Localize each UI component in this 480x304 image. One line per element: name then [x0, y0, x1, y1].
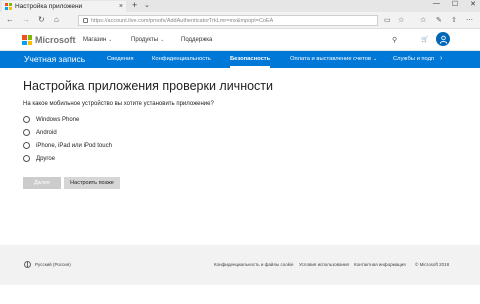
- option-label: Другое: [36, 155, 56, 162]
- browser-tab[interactable]: Настройка приложени ×: [2, 1, 126, 12]
- microsoft-logo-icon: [22, 35, 32, 45]
- brand-name: Microsoft: [35, 35, 76, 45]
- chevron-down-icon: ⌄: [108, 37, 113, 43]
- home-icon[interactable]: ⌂: [54, 15, 59, 24]
- tab-security[interactable]: Безопасность: [230, 56, 271, 68]
- microsoft-favicon-icon: [5, 3, 12, 10]
- radio-iphone[interactable]: [23, 142, 30, 149]
- radio-windows-phone[interactable]: [23, 116, 30, 123]
- chevron-down-icon: ⌄: [372, 56, 378, 62]
- browser-window: Настройка приложени × + ⌄ — ☐ ✕ ← → ↻ ⌂ …: [0, 0, 480, 304]
- tab-strip: Настройка приложени × + ⌄ — ☐ ✕: [0, 0, 480, 12]
- avatar[interactable]: [436, 32, 450, 46]
- refresh-icon[interactable]: ↻: [38, 15, 45, 24]
- option-label: iPhone, iPad или iPod touch: [36, 142, 112, 149]
- nav-store[interactable]: Магазин ⌄: [83, 37, 112, 43]
- url-text: https://account.live.com/proofs/AddAuthe…: [91, 17, 274, 24]
- lock-icon: [83, 18, 88, 23]
- tab-services-subscriptions[interactable]: Службы и подп: [393, 56, 434, 62]
- footer-link-privacy[interactable]: Конфиденциальность и файлы cookie: [214, 262, 294, 267]
- radio-other[interactable]: [23, 155, 30, 162]
- nav-support[interactable]: Поддержка: [181, 37, 212, 43]
- option-label: Windows Phone: [36, 116, 80, 123]
- tab-info[interactable]: Сведения: [107, 56, 133, 62]
- more-icon[interactable]: ⋯: [466, 16, 473, 24]
- favorites-hub-icon[interactable]: ☆: [420, 16, 426, 24]
- window-controls: — ☐ ✕: [433, 0, 476, 8]
- radio-android[interactable]: [23, 129, 30, 136]
- close-window-button[interactable]: ✕: [470, 0, 476, 8]
- forward-icon[interactable]: →: [22, 15, 30, 24]
- cart-icon[interactable]: 🛒: [421, 36, 428, 43]
- option-windows-phone[interactable]: Windows Phone: [23, 113, 112, 126]
- new-tab-button[interactable]: +: [132, 0, 137, 10]
- site-header: Microsoft Магазин ⌄ Продукты ⌄ Поддержка ⚲…: [0, 29, 480, 51]
- scroll-right-arrow-icon[interactable]: ›: [440, 55, 442, 62]
- reading-view-icon[interactable]: ▭: [384, 16, 391, 24]
- url-input[interactable]: https://account.live.com/proofs/AddAuthe…: [78, 15, 378, 26]
- favorite-star-icon[interactable]: ☆: [398, 16, 404, 24]
- chevron-down-icon: ⌄: [160, 37, 165, 43]
- back-icon[interactable]: ←: [6, 15, 14, 24]
- address-bar-row: ← → ↻ ⌂ https://account.live.com/proofs/…: [0, 12, 480, 29]
- page-title: Настройка приложения проверки личности: [23, 79, 273, 93]
- globe-icon: [24, 261, 31, 268]
- device-question: На какое мобильное устройство вы хотите …: [23, 101, 214, 107]
- copyright: © Microsoft 2018: [415, 262, 450, 267]
- tab-privacy[interactable]: Конфиденциальность: [152, 56, 211, 62]
- tab-list-icon[interactable]: ⌄: [144, 1, 150, 9]
- nav-products[interactable]: Продукты ⌄: [131, 37, 164, 43]
- account-title[interactable]: Учетная запись: [24, 54, 85, 64]
- option-iphone[interactable]: iPhone, iPad или iPod touch: [23, 139, 112, 152]
- account-nav: Учетная запись Сведения Конфиденциальнос…: [0, 51, 480, 68]
- search-icon[interactable]: ⚲: [392, 36, 397, 44]
- locale-selector[interactable]: Русский (Россия): [35, 262, 71, 267]
- option-android[interactable]: Android: [23, 126, 112, 139]
- footer-link-contact[interactable]: Контактная информация: [354, 262, 406, 267]
- next-button[interactable]: Далее: [23, 177, 61, 189]
- tab-payment-billing[interactable]: Оплата и выставление счетов ⌄: [290, 56, 377, 62]
- option-other[interactable]: Другое: [23, 152, 112, 165]
- setup-later-button[interactable]: Настроить позже: [64, 177, 120, 189]
- notes-icon[interactable]: ✎: [436, 16, 442, 24]
- minimize-button[interactable]: —: [433, 0, 440, 8]
- device-options: Windows Phone Android iPhone, iPad или i…: [23, 113, 112, 165]
- microsoft-logo[interactable]: Microsoft: [22, 35, 76, 45]
- option-label: Android: [36, 129, 57, 136]
- footer: Русский (Россия) Конфиденциальность и фа…: [0, 245, 480, 285]
- close-tab-icon[interactable]: ×: [119, 3, 123, 10]
- user-icon: [439, 35, 447, 44]
- maximize-button[interactable]: ☐: [452, 0, 458, 8]
- share-icon[interactable]: ⇧: [451, 16, 457, 24]
- tab-title: Настройка приложени: [15, 3, 83, 10]
- footer-link-terms[interactable]: Условия использования: [299, 262, 349, 267]
